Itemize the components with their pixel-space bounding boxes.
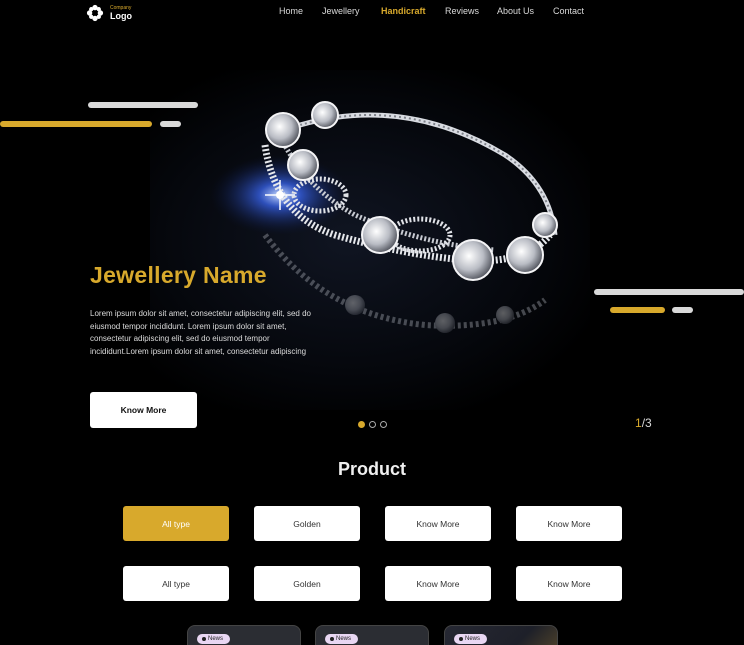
logo-company-text: Company	[110, 4, 132, 11]
slide-counter: 1/3	[635, 416, 652, 430]
filter-golden-button[interactable]: Golden	[254, 506, 360, 541]
logo-text: Logo	[110, 10, 132, 21]
pin-icon	[459, 637, 463, 641]
filter-all-type-button[interactable]: All type	[123, 566, 229, 601]
pin-icon	[330, 637, 334, 641]
product-section-title: Product	[337, 459, 406, 479]
slide-total: /3	[641, 416, 652, 430]
carousel-dot[interactable]	[358, 421, 365, 428]
hero-title: Jewellery Name	[90, 262, 267, 288]
product-card[interactable]: News	[315, 625, 429, 645]
filter-know-more-button[interactable]: Know More	[516, 566, 622, 601]
nav-reviews[interactable]: Reviews	[445, 6, 497, 16]
nav-contact[interactable]: Contact	[553, 6, 584, 16]
filter-all-type-button[interactable]: All type	[123, 506, 229, 541]
nav-home[interactable]: Home	[279, 6, 322, 16]
pin-icon	[202, 637, 206, 641]
decor-line	[160, 121, 181, 127]
filter-row-2: All type Golden Know More Know More	[123, 566, 622, 601]
decor-line	[672, 307, 693, 313]
company-logo[interactable]: Company Logo	[86, 4, 132, 22]
filter-row-1: All type Golden Know More Know More	[123, 506, 622, 541]
know-more-button[interactable]: Know More	[90, 392, 197, 428]
news-tag-label: News	[336, 636, 352, 642]
hero-description: Lorem ipsum dolor sit amet, consectetur …	[90, 309, 311, 356]
nav-handicraft[interactable]: Handicraft	[381, 6, 445, 16]
flower-logo-icon	[86, 4, 104, 22]
news-tag: News	[325, 634, 359, 644]
nav-jewellery[interactable]: Jewellery	[322, 6, 381, 16]
nav-about-us[interactable]: About Us	[497, 6, 553, 16]
main-nav: Home Jewellery Handicraft Reviews About …	[279, 6, 584, 16]
filter-golden-button[interactable]: Golden	[254, 566, 360, 601]
news-tag: News	[454, 634, 488, 644]
news-tag: News	[197, 634, 231, 644]
filter-know-more-button[interactable]: Know More	[385, 566, 491, 601]
news-tag-label: News	[208, 636, 224, 642]
decor-line	[88, 102, 198, 108]
product-card[interactable]: News	[187, 625, 301, 645]
filter-know-more-button[interactable]: Know More	[516, 506, 622, 541]
slide-current: 1	[635, 416, 642, 430]
carousel-dot[interactable]	[369, 421, 376, 428]
decor-line	[0, 121, 152, 127]
filter-know-more-button[interactable]: Know More	[385, 506, 491, 541]
decor-line	[594, 289, 744, 295]
carousel-dots	[358, 421, 387, 428]
product-card[interactable]: News	[444, 625, 558, 645]
news-tag-label: News	[465, 636, 481, 642]
decor-line	[610, 307, 665, 313]
carousel-dot[interactable]	[380, 421, 387, 428]
